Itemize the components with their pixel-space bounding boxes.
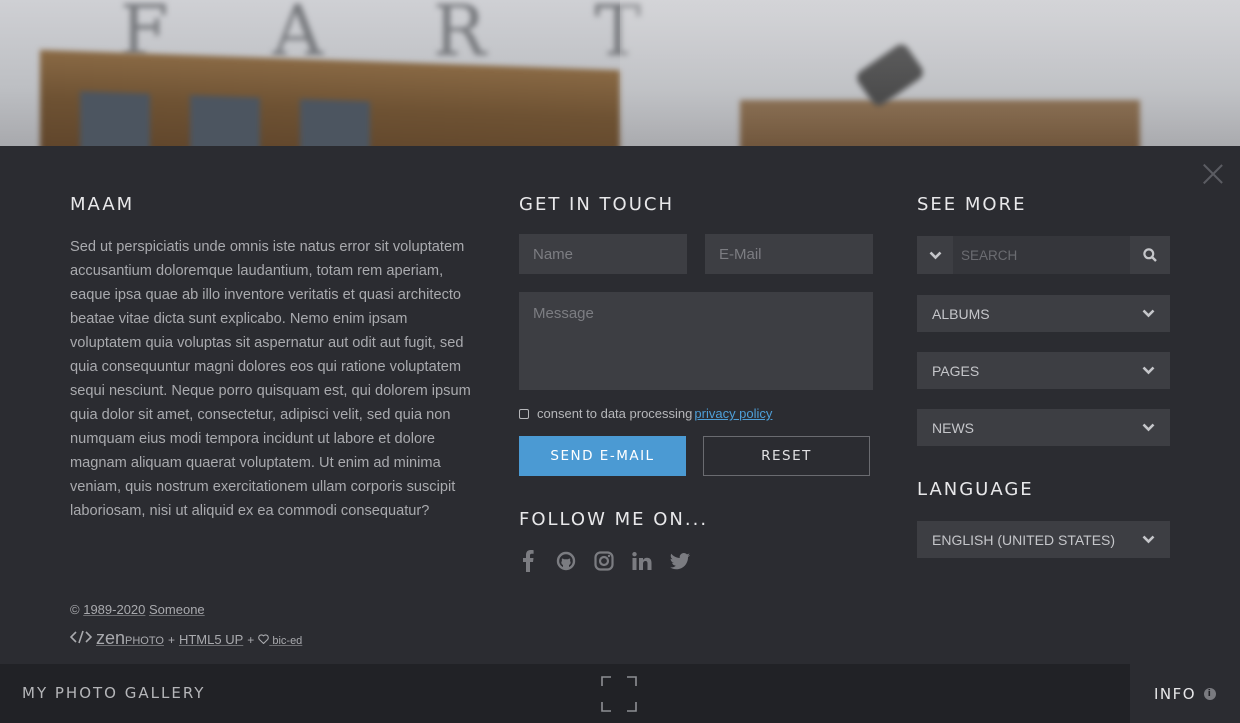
name-input[interactable] [519, 234, 687, 274]
copyright-years-link[interactable]: 1989-2020 [83, 602, 145, 617]
bottom-bar: MY PHOTO GALLERY INFO i [0, 664, 1240, 723]
email-input[interactable] [705, 234, 873, 274]
site-title[interactable]: MY PHOTO GALLERY [22, 684, 205, 702]
consent-checkbox[interactable] [519, 408, 529, 419]
chevron-down-icon [929, 251, 941, 259]
albums-dropdown[interactable]: ALBUMS [917, 295, 1170, 332]
instagram-icon[interactable] [593, 550, 615, 572]
facebook-icon[interactable] [517, 550, 539, 572]
consent-row: consent to data processing privacy polic… [519, 406, 772, 421]
search-icon [1143, 248, 1157, 262]
social-links [517, 550, 691, 572]
about-title: MAAM [70, 194, 135, 215]
send-email-button[interactable]: SEND E-MAIL [519, 436, 686, 476]
chevron-down-icon [1142, 366, 1155, 375]
search-input[interactable] [953, 236, 1130, 274]
copyright-owner-link[interactable]: Someone [149, 602, 205, 617]
fullscreen-icon[interactable] [601, 676, 637, 712]
search-scope-dropdown[interactable] [917, 236, 953, 274]
code-icon [69, 630, 93, 644]
biced-link[interactable]: bic-ed [258, 634, 302, 647]
chevron-down-icon [1142, 423, 1155, 432]
linkedin-icon[interactable] [631, 550, 653, 572]
message-input[interactable] [519, 292, 873, 390]
search-bar [917, 236, 1170, 274]
close-icon[interactable] [1203, 164, 1223, 184]
news-dropdown[interactable]: NEWS [917, 409, 1170, 446]
privacy-policy-link[interactable]: privacy policy [694, 406, 772, 421]
background-photo: FART [0, 0, 1240, 146]
twitter-icon[interactable] [669, 550, 691, 572]
language-select[interactable]: ENGLISH (UNITED STATES) [917, 521, 1170, 558]
info-panel: MAAM Sed ut perspiciatis unde omnis iste… [0, 146, 1240, 664]
chevron-down-icon [1142, 535, 1155, 544]
reset-button[interactable]: RESET [703, 436, 870, 476]
github-icon[interactable] [555, 550, 577, 572]
follow-title: FOLLOW ME ON... [519, 509, 709, 530]
search-button[interactable] [1130, 236, 1170, 274]
copyright: © 1989-2020 Someone [70, 602, 205, 617]
credits: zenPHOTO + HTML5 UP + bic-ed [69, 628, 302, 649]
contact-title: GET IN TOUCH [519, 194, 674, 215]
info-button[interactable]: INFO i [1130, 664, 1240, 723]
zenphoto-link[interactable]: zenPHOTO [96, 628, 164, 649]
chevron-down-icon [1142, 309, 1155, 318]
html5up-link[interactable]: HTML5 UP [179, 632, 243, 647]
info-icon: i [1204, 687, 1217, 700]
language-title: LANGUAGE [917, 479, 1034, 500]
see-more-title: SEE MORE [917, 194, 1027, 215]
pages-dropdown[interactable]: PAGES [917, 352, 1170, 389]
about-text: Sed ut perspiciatis unde omnis iste natu… [70, 239, 471, 519]
heart-icon [258, 634, 270, 645]
